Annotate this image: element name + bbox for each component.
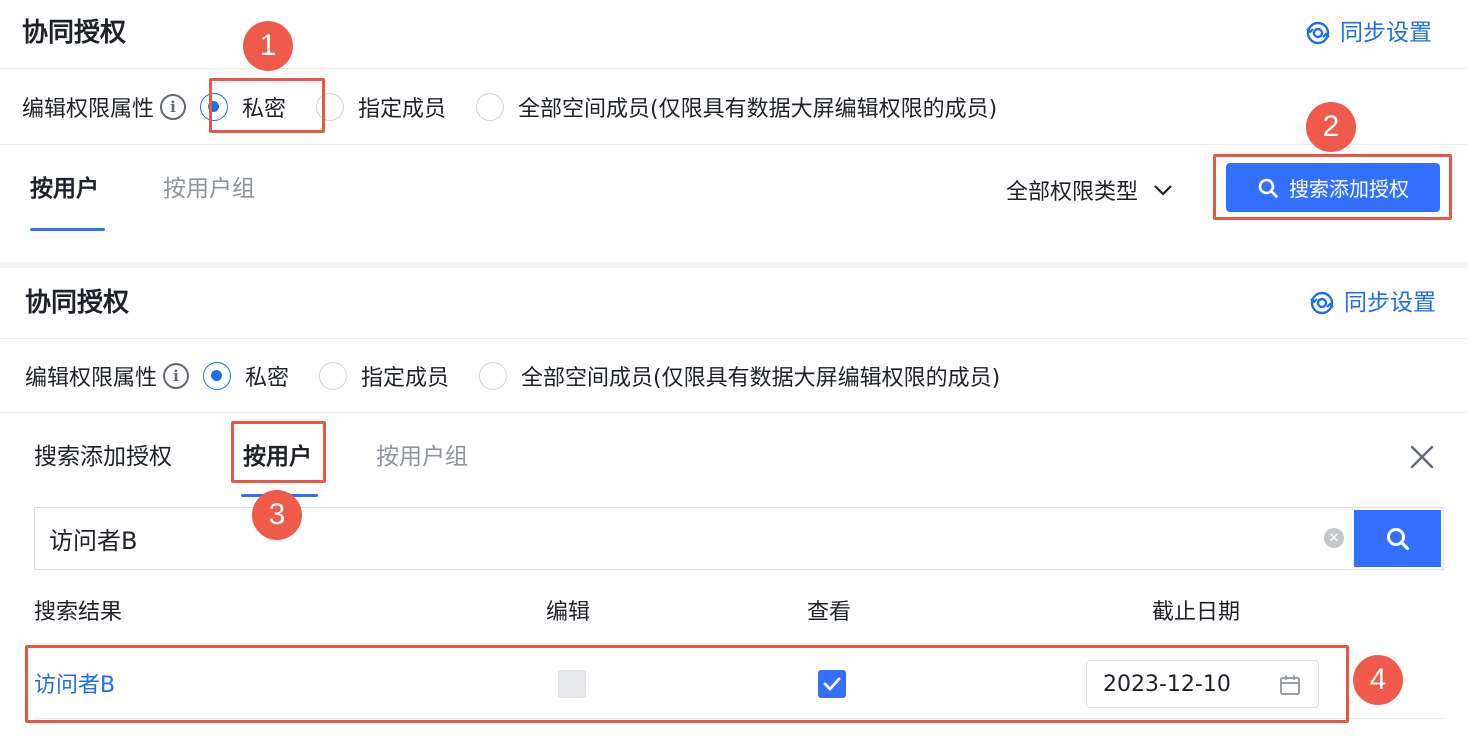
radio-button[interactable]	[319, 362, 348, 390]
calendar-icon	[1280, 675, 1300, 695]
radio-specified-members[interactable]: 指定成员	[316, 91, 446, 123]
edit-permission-row: 编辑权限属性 i 私密 指定成员 全部空间成员(仅限具有数据大屏编辑权限的成员)	[25, 356, 1000, 396]
radio-private[interactable]: 私密	[203, 360, 289, 392]
check-icon	[823, 677, 841, 691]
result-user-name[interactable]: 访问者B	[34, 671, 115, 701]
info-icon[interactable]: i	[163, 363, 190, 389]
info-icon[interactable]: i	[160, 94, 187, 120]
radio-button[interactable]	[316, 93, 345, 121]
radio-all-space-members[interactable]: 全部空间成员(仅限具有数据大屏编辑权限的成员)	[476, 91, 997, 123]
deadline-date-value: 2023-12-10	[1103, 671, 1231, 697]
edit-permission-row: 编辑权限属性 i 私密 指定成员 全部空间成员(仅限具有数据大屏编辑权限的成员)	[22, 87, 997, 127]
edit-permission-label: 编辑权限属性	[25, 366, 158, 391]
sync-settings-label: 同步设置	[1340, 20, 1432, 46]
user-search-box[interactable]	[34, 507, 1444, 570]
annotation-badge-3: 3	[252, 490, 302, 540]
dialog-title: 搜索添加授权	[34, 444, 172, 470]
radio-all-space-members[interactable]: 全部空间成员(仅限具有数据大屏编辑权限的成员)	[479, 360, 1000, 392]
close-icon[interactable]	[1408, 443, 1436, 471]
sync-icon	[1310, 291, 1334, 315]
tab-by-user[interactable]: 按用户	[30, 174, 99, 204]
radio-specified-members[interactable]: 指定成员	[319, 360, 449, 392]
sync-icon	[1306, 21, 1330, 45]
radio-label: 全部空间成员(仅限具有数据大屏编辑权限的成员)	[518, 97, 998, 122]
column-header-search-result: 搜索结果	[34, 600, 123, 625]
radio-label: 指定成员	[358, 97, 447, 122]
deadline-date-picker[interactable]: 2023-12-10	[1086, 660, 1319, 708]
tab-by-user-group[interactable]: 按用户组	[163, 174, 255, 204]
column-header-edit: 编辑	[546, 600, 591, 625]
radio-button[interactable]	[479, 362, 508, 390]
panel-separator	[0, 262, 1468, 268]
column-header-deadline: 截止日期	[1152, 600, 1241, 625]
search-add-permission-button[interactable]: 搜索添加授权	[1226, 163, 1440, 212]
tab-by-user-group[interactable]: 按用户组	[376, 442, 468, 472]
search-icon	[1258, 178, 1278, 198]
chevron-down-icon	[1154, 185, 1172, 196]
panel-title: 协同授权	[22, 18, 127, 48]
permission-type-value: 全部权限类型	[1006, 180, 1139, 205]
annotation-badge-2: 2	[1306, 102, 1356, 152]
edit-permission-label: 编辑权限属性	[22, 97, 155, 122]
search-add-permission-label: 搜索添加授权	[1289, 177, 1409, 201]
sync-settings-button[interactable]: 同步设置	[1304, 18, 1432, 48]
search-icon	[1386, 527, 1409, 550]
radio-label: 私密	[245, 366, 290, 391]
permission-type-select[interactable]: 全部权限类型	[1006, 174, 1174, 206]
annotation-badge-4: 4	[1353, 655, 1403, 705]
user-search-input[interactable]	[49, 524, 1309, 553]
radio-button[interactable]	[476, 93, 505, 121]
radio-label: 指定成员	[361, 366, 450, 391]
tab-by-user[interactable]: 按用户	[243, 442, 312, 472]
radio-button[interactable]	[200, 93, 229, 121]
annotation-badge-1: 1	[243, 21, 293, 71]
clear-icon[interactable]: ✕	[1324, 528, 1344, 548]
panel-title: 协同授权	[25, 288, 130, 318]
column-header-view: 查看	[807, 600, 852, 625]
search-submit-button[interactable]	[1354, 510, 1441, 567]
radio-label: 私密	[242, 97, 287, 122]
view-checkbox[interactable]	[818, 670, 846, 698]
sync-settings-button[interactable]: 同步设置	[1308, 288, 1436, 318]
active-tab-indicator	[30, 228, 105, 231]
edit-checkbox[interactable]	[558, 670, 586, 698]
radio-label: 全部空间成员(仅限具有数据大屏编辑权限的成员)	[521, 366, 1001, 391]
radio-button[interactable]	[203, 362, 232, 390]
radio-private[interactable]: 私密	[200, 91, 286, 123]
sync-settings-label: 同步设置	[1344, 290, 1436, 316]
